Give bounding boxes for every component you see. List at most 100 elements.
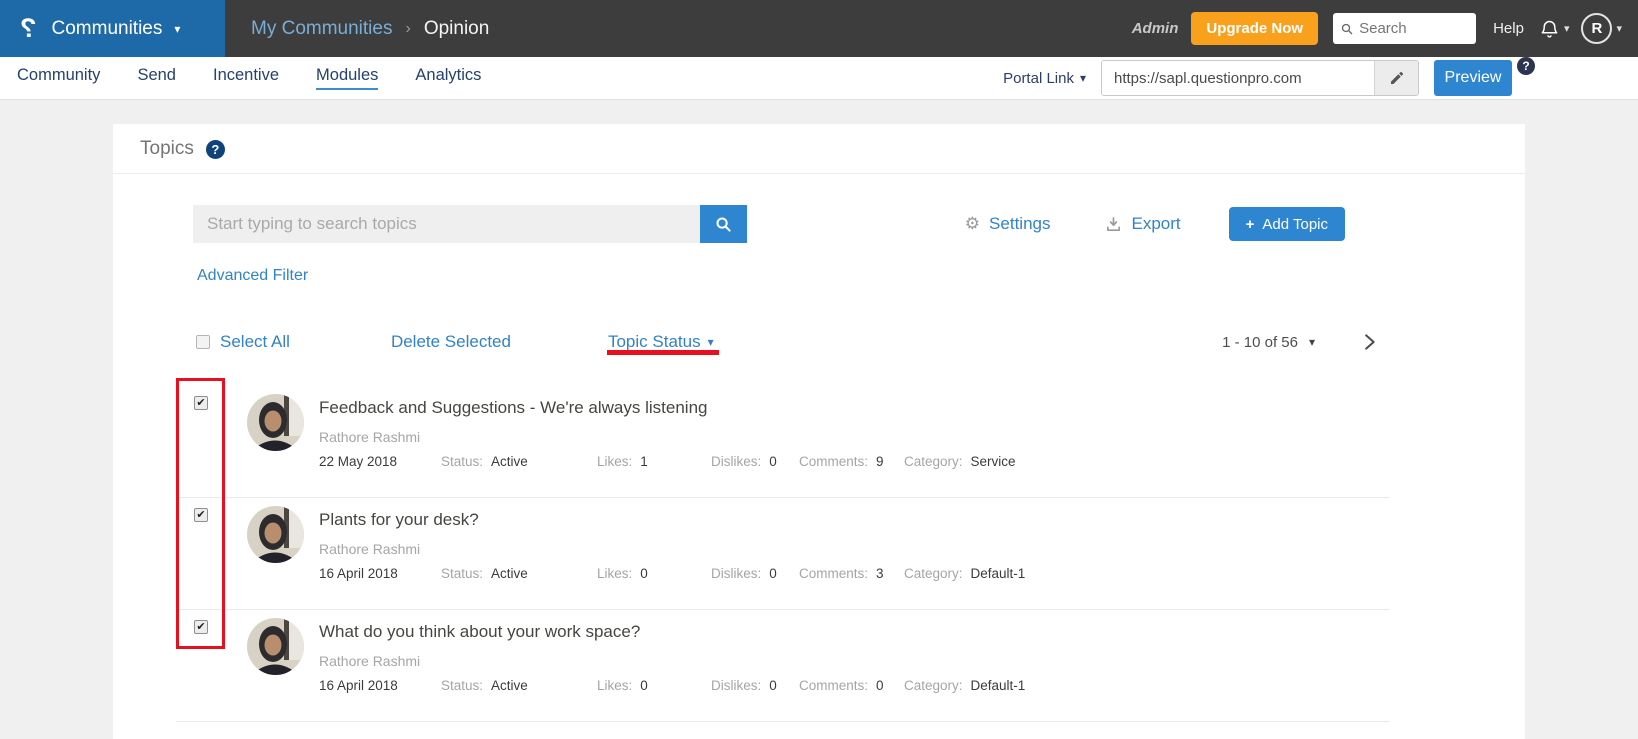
top-navbar: ? Communities ▾ My Communities › Opinion… [0,0,1638,57]
tab-modules[interactable]: Modules [316,66,378,90]
comments-label: Comments: [799,454,868,469]
select-all-label[interactable]: Select All [220,332,290,352]
portal-link-group: Portal Link ▾ Preview [1003,60,1638,96]
tab-community[interactable]: Community [17,66,100,90]
status-value: Active [491,678,528,693]
comments-label: Comments: [799,566,868,581]
topic-text-block: What do you think about your work space?… [319,610,1390,693]
tab-incentive[interactable]: Incentive [213,66,279,90]
likes-value: 1 [640,454,648,469]
topic-meta: 16 April 2018 Status:Active Likes:0 Disl… [319,678,1390,693]
chevron-down-icon: ▾ [1080,71,1086,85]
chevron-down-icon: ▾ [708,335,714,349]
advanced-filter-link[interactable]: Advanced Filter [197,267,308,285]
tab-send[interactable]: Send [137,66,176,90]
next-page-button[interactable] [1361,332,1378,352]
likes-label: Likes: [597,566,632,581]
global-search-input[interactable] [1359,20,1468,37]
topic-meta: 22 May 2018 Status:Active Likes:1 Dislik… [319,454,1390,469]
communities-app-menu[interactable]: ? Communities ▾ [0,0,225,57]
user-photo [247,506,304,563]
status-label: Status: [441,566,483,581]
status-value: Active [491,566,528,581]
comments-value: 9 [876,454,884,469]
avatar [247,506,304,563]
global-search-box[interactable] [1333,13,1476,44]
topics-help-icon[interactable]: ? [206,140,225,159]
topic-author: Rathore Rashmi [319,429,1390,445]
likes-value: 0 [640,566,648,581]
dislikes-value: 0 [769,678,777,693]
dislikes-label: Dislikes: [711,566,761,581]
delete-selected-button[interactable]: Delete Selected [391,332,511,352]
tab-analytics[interactable]: Analytics [415,66,481,90]
plus-icon: + [1246,216,1255,233]
breadcrumb: My Communities › Opinion [251,18,489,40]
topic-search-group [193,205,747,243]
preview-button[interactable]: Preview [1434,60,1512,96]
help-link[interactable]: Help [1493,20,1524,37]
topic-title[interactable]: What do you think about your work space? [319,622,1390,642]
notifications-menu[interactable]: ▾ [1539,17,1570,40]
upgrade-now-button[interactable]: Upgrade Now [1191,12,1318,45]
topic-title[interactable]: Feedback and Suggestions - We're always … [319,398,1390,418]
gear-icon: ⚙ [965,214,980,234]
topic-checkbox[interactable]: ✔ [194,620,208,634]
add-topic-label: Add Topic [1262,216,1328,233]
breadcrumb-parent-link[interactable]: My Communities [251,18,392,40]
portal-link-dropdown[interactable]: Portal Link ▾ [1003,70,1086,87]
export-button[interactable]: Export [1105,214,1180,234]
breadcrumb-separator-icon: › [405,20,410,38]
topic-checkbox[interactable]: ✔ [194,396,208,410]
topic-checkbox[interactable]: ✔ [194,508,208,522]
account-menu[interactable]: R ▾ [1581,13,1622,44]
topic-search-input[interactable] [193,205,700,243]
topic-title[interactable]: Plants for your desk? [319,510,1390,530]
subnav-links: Community Send Incentive Modules Analyti… [17,66,481,90]
category-value: Default-1 [971,566,1026,581]
portal-url-group [1101,60,1419,96]
category-label: Category: [904,678,963,693]
breadcrumb-current: Opinion [424,18,490,40]
pagination-dropdown[interactable]: 1 - 10 of 56 ▾ [1222,334,1315,351]
questionpro-logo-icon: ? [20,15,37,42]
user-photo [247,618,304,675]
preview-help-icon[interactable]: ? [1517,57,1535,75]
topic-meta: 16 April 2018 Status: Active Likes: 0 Disl… [319,566,1390,581]
comments-label: Comments: [799,678,868,693]
pagination-label: 1 - 10 of 56 [1222,334,1298,351]
topic-status-dropdown[interactable]: Topic Status ▾ [608,332,714,352]
topic-row: ✔ Plants for your desk? Rathore Rashmi 1… [176,498,1390,610]
topic-search-button[interactable] [700,205,747,243]
topic-text-block: Feedback and Suggestions - We're always … [319,386,1390,469]
topic-date: 16 April 2018 [319,678,441,693]
topics-card: Topics ? ⚙ Settings Export + Add Topic A… [113,124,1525,739]
admin-label: Admin [1132,20,1179,37]
topic-row: ✔ What do you think about your work spac… [176,610,1390,722]
topic-author: Rathore Rashmi [319,541,1390,557]
edit-url-button[interactable] [1374,61,1418,95]
avatar [247,394,304,451]
likes-label: Likes: [597,454,632,469]
topic-status-label: Topic Status [608,332,701,352]
topic-date: 16 April 2018 [319,566,441,581]
export-label: Export [1131,214,1180,234]
download-icon [1105,216,1122,233]
card-header: Topics ? [113,124,1525,174]
select-all-checkbox[interactable] [196,335,210,349]
portal-url-input[interactable] [1102,61,1374,95]
topic-row: ✔ Feedback and Suggestions - We're alway… [176,386,1390,498]
comments-value: 0 [876,678,884,693]
chevron-down-icon: ▾ [1309,335,1315,349]
dislikes-label: Dislikes: [711,678,761,693]
user-photo [247,394,304,451]
topbar-right-group: Admin Upgrade Now Help ▾ R ▾ [1132,12,1638,45]
add-topic-button[interactable]: + Add Topic [1229,207,1345,241]
avatar: R [1581,13,1612,44]
chevron-down-icon: ▾ [174,22,180,36]
settings-button[interactable]: ⚙ Settings [965,214,1051,234]
status-label: Status: [441,678,483,693]
chevron-right-icon [1361,332,1378,352]
search-toolbar: ⚙ Settings Export + Add Topic [193,205,1525,243]
portal-link-label: Portal Link [1003,70,1074,87]
